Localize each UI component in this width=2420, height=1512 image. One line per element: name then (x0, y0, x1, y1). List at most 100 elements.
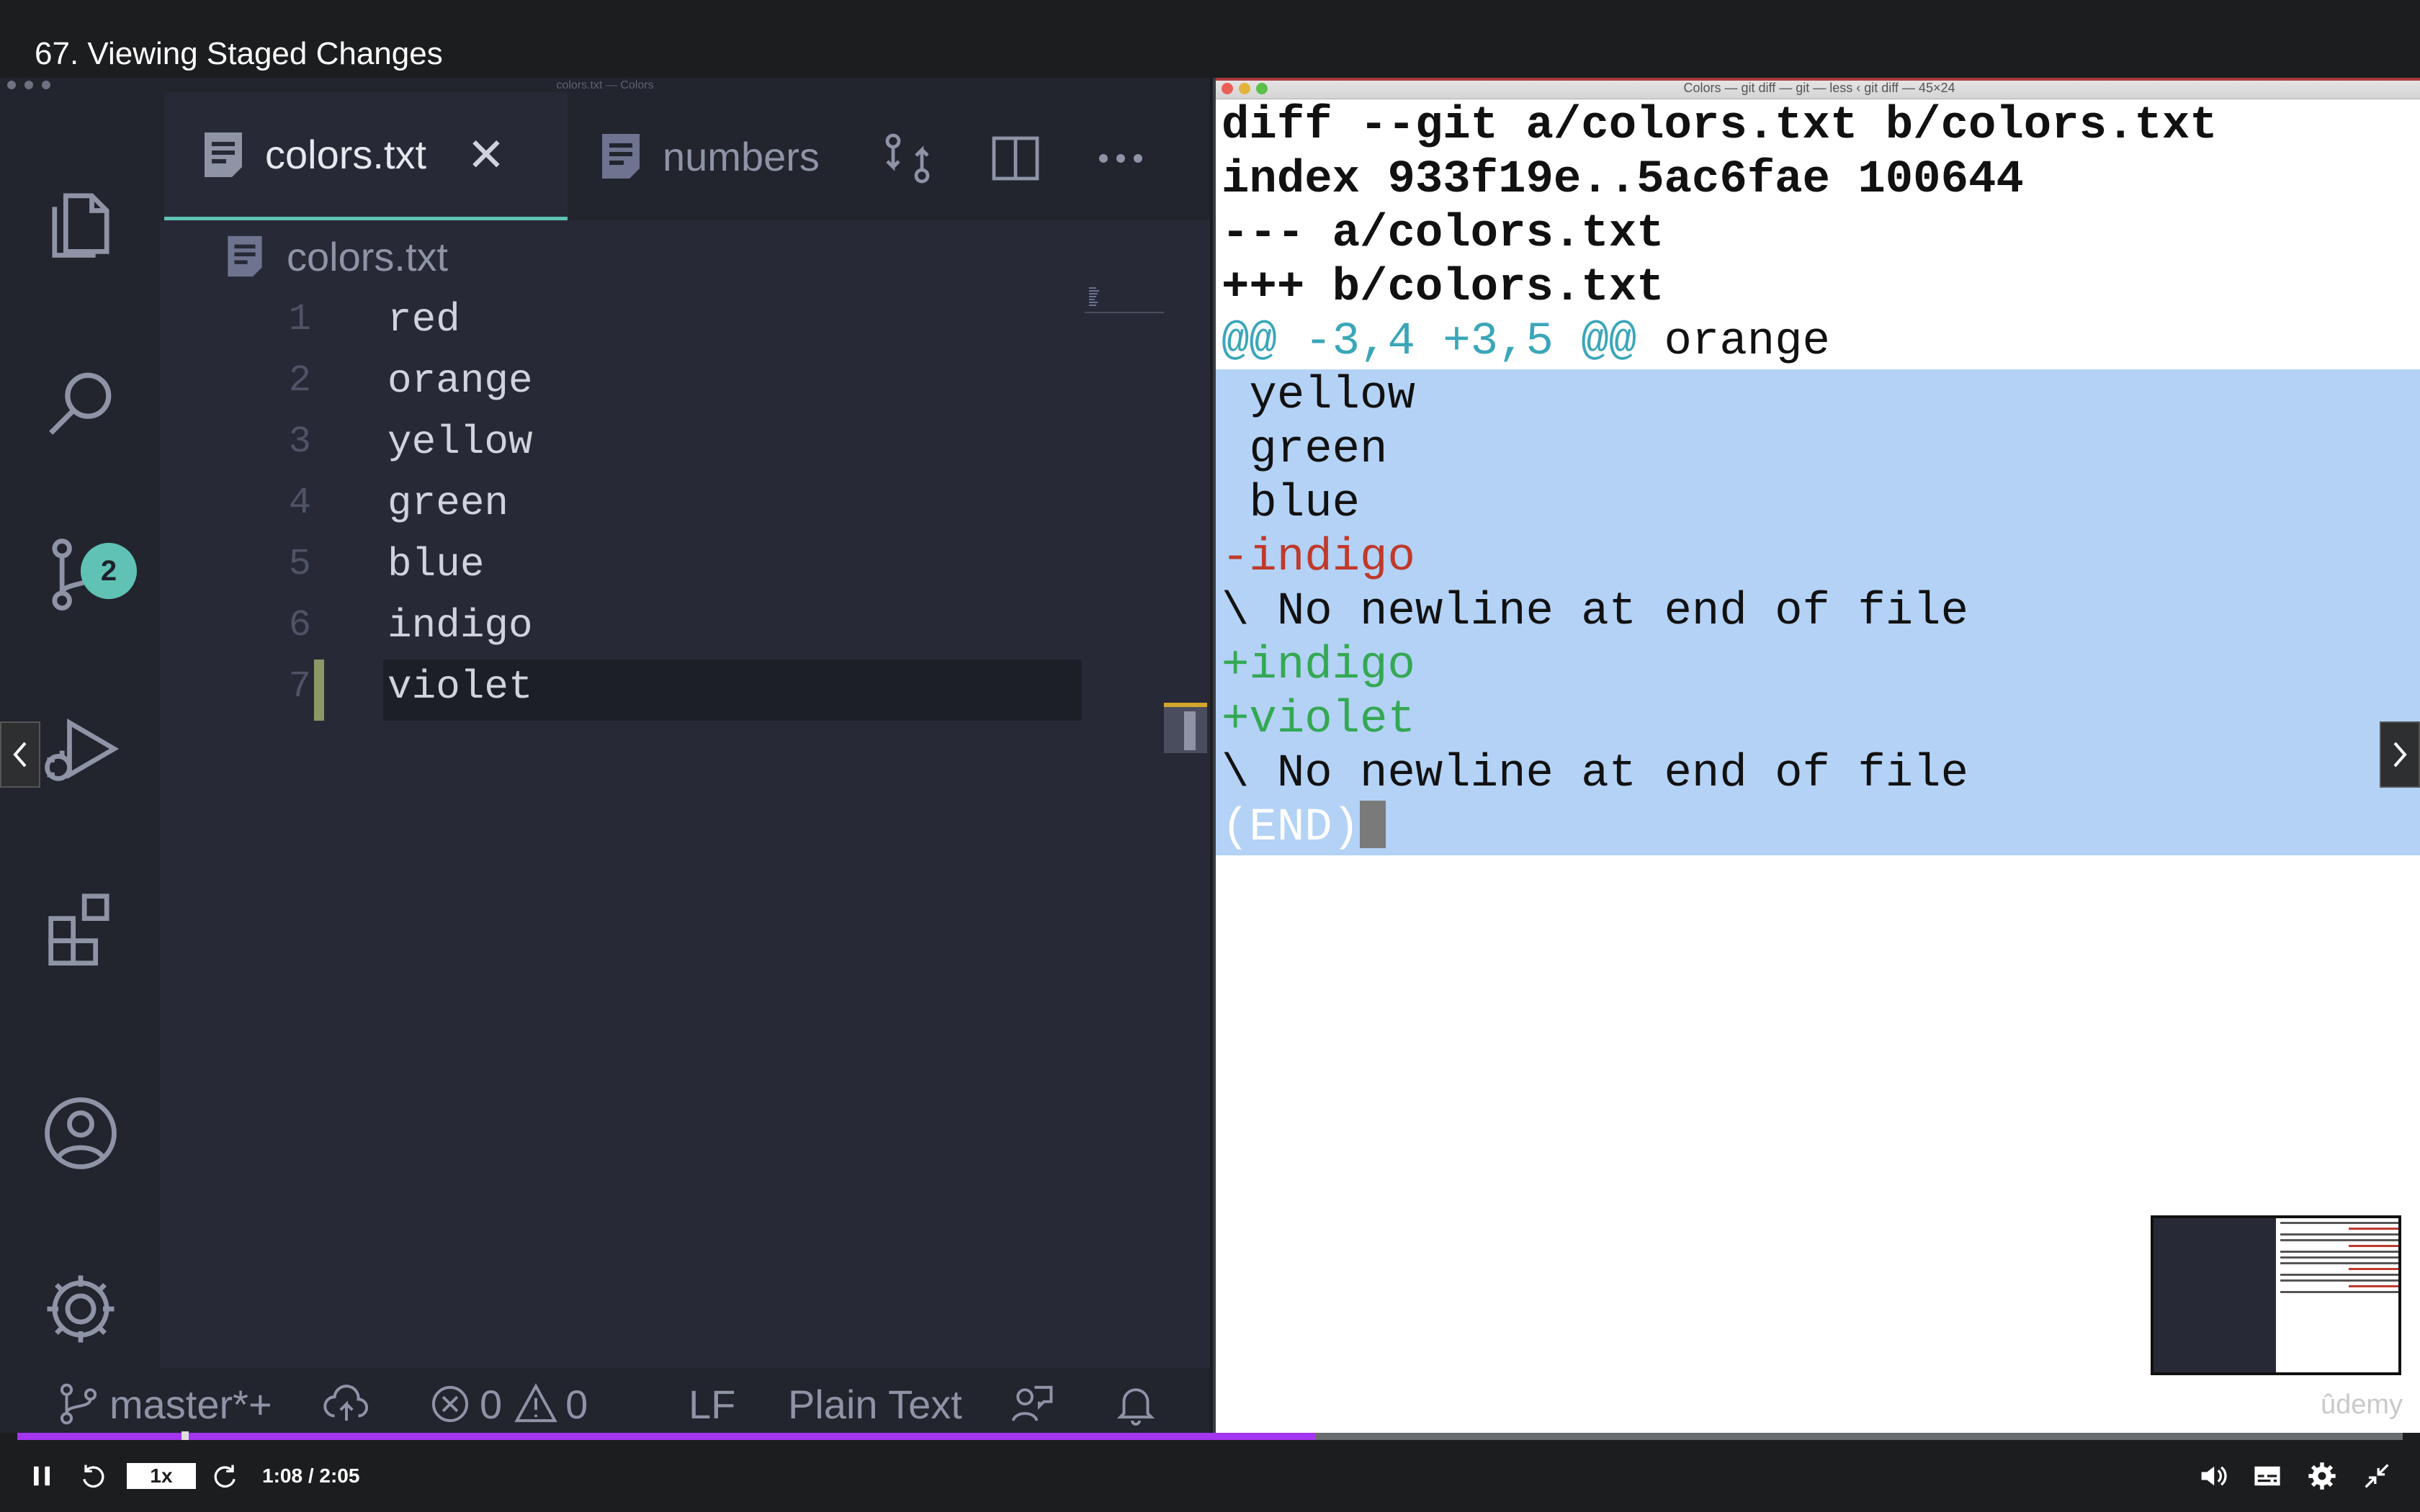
code-line[interactable]: 5 blue (160, 537, 1096, 598)
terminal-output[interactable]: diff --git a/colors.txt b/colors.txt ind… (1216, 99, 2420, 855)
scrollbar-marker[interactable] (1164, 703, 1207, 753)
search-icon[interactable] (36, 359, 125, 448)
editor-pane[interactable]: colors.txt 1 red 2 orange 3 yellow 4 gre… (160, 220, 1210, 1368)
settings-gear-icon[interactable] (36, 1264, 125, 1354)
terminal-titlebar: Colors — git diff — git — less ‹ git dif… (1216, 78, 2420, 99)
captions-icon (2254, 1466, 2280, 1486)
tab-numbers[interactable]: numbers (599, 92, 859, 220)
tab-colors-txt[interactable]: colors.txt ✕ (164, 92, 568, 220)
breadcrumb[interactable]: colors.txt (225, 220, 448, 292)
run-debug-icon[interactable] (36, 704, 125, 793)
file-icon (205, 132, 242, 177)
editor-tabbar: colors.txt ✕ numbers (160, 92, 1210, 220)
problems-status[interactable]: 0 0 (426, 1368, 588, 1433)
next-lecture-button[interactable] (2380, 721, 2420, 788)
playback-time: 1:08 / 2:05 (262, 1440, 359, 1512)
forward-icon (214, 1464, 236, 1488)
code-line[interactable]: 1 red (160, 292, 1096, 354)
line-text: indigo (387, 603, 533, 649)
diff-header-line: diff --git a/colors.txt b/colors.txt (1222, 100, 2218, 152)
code-line[interactable]: 3 yellow (160, 415, 1096, 476)
rewind-button[interactable] (78, 1440, 109, 1512)
line-number: 6 (288, 604, 311, 647)
thumbnail-terminal (2276, 1218, 2398, 1372)
language-status[interactable]: Plain Text (788, 1368, 962, 1433)
settings-button[interactable] (2306, 1440, 2338, 1512)
line-text: yellow (387, 419, 533, 465)
code-line[interactable]: 4 green (160, 476, 1096, 537)
pause-icon (34, 1466, 50, 1486)
exit-fullscreen-button[interactable] (2361, 1440, 2393, 1512)
code-lines[interactable]: 1 red 2 orange 3 yellow 4 green 5 blue 6… (160, 292, 1096, 721)
diff-new-file-line: +++ b/colors.txt (1222, 262, 1664, 314)
git-added-gutter[interactable] (314, 660, 324, 721)
diff-added-line: +indigo (1216, 639, 2420, 693)
pager-end-line: (END) (1216, 801, 2420, 855)
branch-status[interactable]: master*+ (55, 1368, 272, 1433)
file-icon (602, 134, 640, 179)
pause-button[interactable] (26, 1440, 58, 1512)
line-number: 5 (288, 543, 311, 585)
video-progress-bar[interactable] (17, 1431, 2403, 1441)
rewind-icon (83, 1464, 104, 1488)
notifications-bell-icon[interactable] (1112, 1368, 1160, 1433)
tab-label: colors.txt (265, 132, 427, 177)
git-branch-icon (60, 1383, 97, 1425)
extensions-icon[interactable] (36, 881, 125, 971)
chevron-left-icon (13, 742, 27, 768)
playback-speed-button[interactable]: 1x (127, 1440, 196, 1512)
video-progress-fill (17, 1433, 1315, 1440)
lecture-title: 67. Viewing Staged Changes (35, 36, 443, 71)
line-number: 7 (288, 665, 311, 708)
diff-no-newline-note: \ No newline at end of file (1216, 747, 2420, 801)
diff-hunk-line: @@ -3,4 +3,5 @@ orange (1222, 315, 2420, 369)
player-controls: 1x 1:08 / 2:05 (0, 1440, 2420, 1512)
open-changes-icon[interactable] (879, 130, 936, 187)
line-number: 2 (288, 359, 311, 402)
minimap[interactable] (1085, 285, 1164, 314)
vscode-window: colors.txt — Colors 2 colors.txt ✕ numbe… (0, 78, 1210, 1433)
line-number: 1 (288, 298, 311, 341)
next-preview-thumbnail[interactable] (2151, 1215, 2401, 1375)
eol-status[interactable]: LF (689, 1368, 735, 1433)
code-line[interactable]: 2 orange (160, 354, 1096, 415)
player-header: 67. Viewing Staged Changes (0, 0, 2420, 78)
explorer-icon[interactable] (36, 177, 125, 266)
thumbnail-editor (2154, 1218, 2276, 1372)
line-text: green (387, 480, 509, 526)
forward-button[interactable] (209, 1440, 241, 1512)
diff-removed-line: -indigo (1216, 531, 2420, 585)
source-control-badge: 2 (81, 543, 137, 599)
sync-status[interactable] (323, 1368, 370, 1433)
diff-index-line: index 933f19e..5ac6fae 100644 (1222, 154, 2024, 206)
volume-button[interactable] (2197, 1440, 2228, 1512)
line-number: 4 (288, 482, 311, 524)
udemy-watermark: ûdemy (2321, 1390, 2403, 1420)
code-line-current[interactable]: 7 violet (160, 660, 1096, 721)
cloud-upload-icon (323, 1385, 368, 1421)
line-text: violet (387, 664, 533, 710)
terminal-cursor (1360, 801, 1386, 849)
hunk-header: @@ -3,4 +3,5 @@ (1222, 316, 1637, 368)
feedback-icon[interactable] (1008, 1368, 1056, 1433)
file-icon (228, 235, 262, 277)
line-text: orange (387, 358, 533, 404)
previous-lecture-button[interactable] (0, 721, 40, 788)
vscode-window-title: colors.txt — Colors (556, 79, 654, 91)
split-editor-icon[interactable] (987, 130, 1044, 187)
status-bar: master*+ 0 0 LF Plain Text (0, 1368, 1210, 1433)
account-icon[interactable] (36, 1089, 125, 1178)
branch-name: master*+ (109, 1381, 272, 1427)
terminal-window-title: Colors — git diff — git — less ‹ git dif… (1683, 81, 1955, 95)
error-count: 0 (480, 1381, 503, 1427)
captions-button[interactable] (2251, 1440, 2283, 1512)
warning-count: 0 (565, 1381, 588, 1427)
error-icon (431, 1385, 469, 1423)
close-icon[interactable]: ✕ (467, 132, 506, 178)
code-line[interactable]: 6 indigo (160, 598, 1096, 660)
exit-fullscreen-icon (2365, 1464, 2389, 1488)
tab-label: numbers (663, 133, 820, 179)
more-actions-icon[interactable] (1092, 130, 1150, 187)
warning-icon (514, 1383, 557, 1423)
chevron-right-icon (2393, 742, 2407, 768)
